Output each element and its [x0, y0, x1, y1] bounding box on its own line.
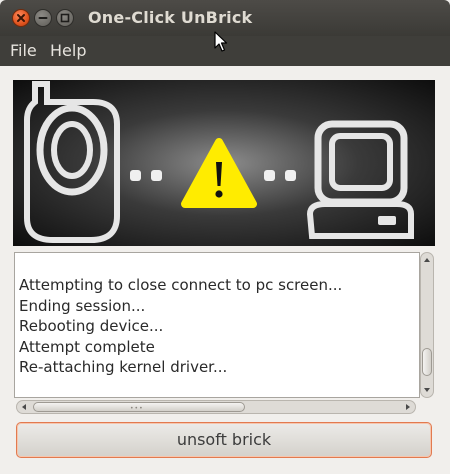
status-banner — [13, 80, 435, 246]
horizontal-scrollbar[interactable]: ••• — [16, 400, 416, 414]
mobile-phone-icon — [24, 81, 120, 243]
app-window: One-Click UnBrick File Help Attempting t… — [0, 0, 450, 474]
menu-spacer — [0, 66, 450, 80]
log-line: Attempting to close connect to pc screen… — [19, 276, 343, 294]
connection-dots-left — [130, 170, 162, 181]
menu-item-help[interactable]: Help — [50, 41, 86, 60]
grip-icon: ••• — [130, 405, 144, 412]
log-line: Attempt complete — [19, 337, 155, 356]
scroll-left-icon[interactable] — [19, 402, 29, 412]
log-lines: Attempting to close connect to pc screen… — [19, 275, 342, 378]
log-output[interactable]: Attempting to close connect to pc screen… — [14, 252, 420, 398]
mouse-cursor-icon — [214, 31, 228, 57]
scroll-right-icon[interactable] — [403, 402, 413, 412]
minimize-icon[interactable] — [34, 9, 52, 27]
connection-dots-right — [264, 170, 296, 181]
warning-icon — [181, 138, 257, 208]
unsoft-brick-button[interactable]: unsoft brick — [16, 422, 432, 458]
log-line: Ending session... — [19, 296, 146, 315]
scroll-down-icon[interactable] — [422, 385, 432, 395]
close-icon[interactable] — [12, 9, 30, 27]
horizontal-scroll-thumb[interactable]: ••• — [33, 402, 245, 412]
menu-item-file[interactable]: File — [10, 41, 37, 60]
window-title: One-Click UnBrick — [88, 8, 253, 27]
vertical-scroll-thumb[interactable] — [422, 348, 432, 376]
log-line: Re-attaching kernel driver... — [19, 358, 228, 376]
vertical-scrollbar[interactable] — [420, 252, 434, 398]
maximize-icon[interactable] — [56, 9, 74, 27]
scroll-up-icon[interactable] — [422, 255, 432, 265]
log-line: Rebooting device... — [19, 317, 164, 335]
computer-icon — [306, 120, 414, 239]
